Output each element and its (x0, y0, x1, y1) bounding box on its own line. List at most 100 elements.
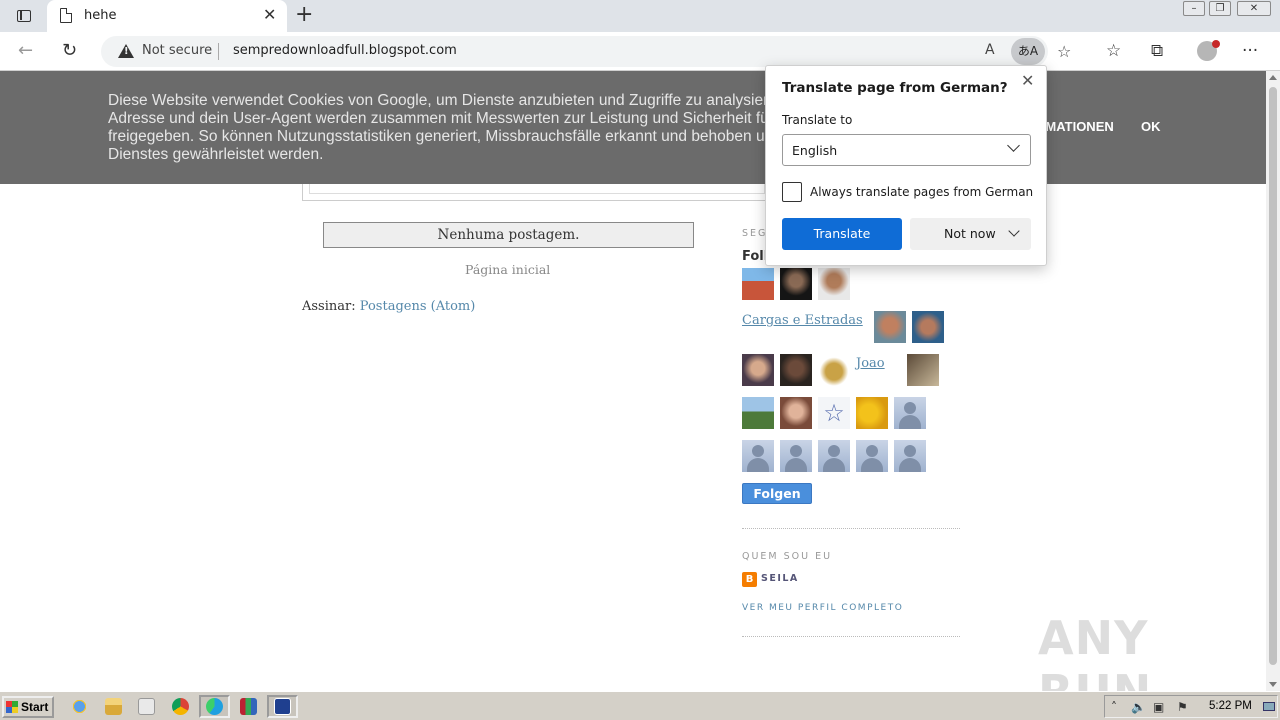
about-heading: QUEM SOU EU (742, 551, 833, 562)
default-avatar-icon[interactable] (894, 440, 926, 472)
divider (742, 636, 960, 637)
star-icon[interactable]: ☆ (818, 397, 850, 429)
default-avatar-icon[interactable] (818, 440, 850, 472)
cookie-ok-button[interactable]: OK (1141, 119, 1161, 134)
profile-name-link[interactable]: SEILA (761, 573, 799, 584)
chevron-down-icon (1007, 139, 1020, 152)
window-close-button[interactable]: ✕ (1237, 1, 1271, 16)
app-taskbar-button[interactable] (267, 695, 298, 718)
winrar-icon[interactable] (240, 698, 257, 715)
collections-icon[interactable]: ⧉ (1151, 41, 1163, 61)
network-icon[interactable]: ▣ (1153, 700, 1164, 714)
chevron-up-icon[interactable]: ˄ (1111, 700, 1117, 714)
popup-title: Translate page from German? (782, 80, 1008, 96)
media-player-icon[interactable] (138, 698, 155, 715)
default-avatar-icon[interactable] (742, 440, 774, 472)
cookie-banner: Diese Website verwendet Cookies von Goog… (0, 71, 1266, 184)
chevron-down-icon[interactable] (1008, 225, 1020, 237)
follower-avatar[interactable] (874, 311, 906, 343)
edge-taskbar-button[interactable] (199, 695, 230, 718)
system-tray: ˄ 🔈 ▣ ⚑ 5:22 PM (1104, 695, 1278, 718)
follower-avatar[interactable] (907, 354, 939, 386)
selected-language: English (792, 143, 838, 158)
followers-heading: SEG (742, 228, 768, 239)
start-button[interactable]: Start (2, 696, 54, 718)
follower-avatar[interactable] (818, 268, 850, 300)
follower-avatar[interactable] (742, 354, 774, 386)
close-icon[interactable]: ✕ (1021, 73, 1034, 89)
default-avatar-icon[interactable] (780, 440, 812, 472)
not-now-button[interactable]: Not now (910, 218, 1031, 250)
watermark: ANY RUN (1038, 611, 1151, 691)
profile-icon[interactable] (1197, 40, 1220, 61)
translate-to-label: Translate to (782, 113, 853, 127)
view-profile-link[interactable]: VER MEU PERFIL COMPLETO (742, 603, 903, 613)
close-tab-icon[interactable]: ✕ (263, 6, 276, 24)
minimize-button[interactable]: – (1183, 1, 1205, 16)
security-label[interactable]: Not secure (142, 43, 212, 58)
follower-alt-link[interactable]: Cargas e Estradas (742, 313, 863, 328)
address-toolbar: ← ↻ Not secure sempredownloadfull.blogsp… (0, 32, 1280, 71)
app-icon (274, 698, 291, 715)
follower-avatar[interactable] (742, 397, 774, 429)
url-text[interactable]: sempredownloadfull.blogspot.com (233, 43, 457, 58)
show-desktop-icon[interactable] (1263, 702, 1275, 711)
scroll-thumb[interactable] (1269, 87, 1277, 665)
cookie-text: Diese Website verwendet Cookies von Goog… (108, 92, 768, 163)
restore-button[interactable]: ❐ (1209, 1, 1231, 16)
follower-avatar[interactable] (742, 268, 774, 300)
follower-avatar[interactable] (856, 397, 888, 429)
clock[interactable]: 5:22 PM (1209, 700, 1252, 712)
translate-icon[interactable]: あA (1011, 38, 1045, 65)
home-link[interactable]: Página inicial (465, 262, 550, 277)
address-bar[interactable]: Not secure sempredownloadfull.blogspot.c… (101, 36, 1071, 67)
ie-icon[interactable] (71, 698, 88, 715)
always-translate-checkbox[interactable] (782, 182, 802, 202)
cookie-more-info-link[interactable]: RMATIONEN (1036, 119, 1114, 134)
always-translate-label[interactable]: Always translate pages from German (810, 185, 1033, 199)
tab-actions-icon[interactable] (10, 6, 36, 26)
refresh-icon[interactable]: ↻ (62, 41, 77, 61)
new-tab-icon[interactable]: + (295, 4, 313, 26)
blogger-icon: B (742, 572, 757, 587)
more-icon[interactable]: ··· (1242, 41, 1258, 61)
subscribe-line: Assinar: Postagens (Atom) (302, 299, 475, 314)
follower-alt-link[interactable]: Joao (856, 356, 885, 371)
chrome-icon[interactable] (172, 698, 189, 715)
warning-icon[interactable] (118, 44, 134, 58)
follower-avatar[interactable] (780, 397, 812, 429)
subscribe-atom-link[interactable]: Postagens (Atom) (360, 299, 476, 314)
volume-icon[interactable]: 🔈 (1131, 700, 1146, 714)
translate-button[interactable]: Translate (782, 218, 902, 250)
back-icon[interactable]: ← (18, 41, 33, 61)
follower-avatar[interactable] (912, 311, 944, 343)
page-scrollbar[interactable] (1266, 71, 1280, 691)
web-page: Nenhuma postagem. Página inicial Assinar… (0, 71, 1266, 691)
edge-icon (206, 698, 223, 715)
scroll-down-icon[interactable] (1269, 682, 1277, 687)
taskbar: Start ˄ 🔈 ▣ ⚑ 5:22 PM (0, 691, 1280, 720)
no-posts-notice: Nenhuma postagem. (323, 222, 694, 248)
read-aloud-icon[interactable]: A (985, 42, 995, 58)
page-icon (60, 8, 72, 23)
tab-strip: hehe ✕ + – ❐ ✕ (0, 0, 1280, 32)
flag-icon[interactable]: ⚑ (1177, 700, 1188, 714)
not-now-label: Not now (944, 226, 996, 241)
tab-active[interactable]: hehe ✕ (47, 0, 287, 32)
translate-popup: Translate page from German? ✕ Translate … (765, 65, 1047, 266)
divider (742, 528, 960, 529)
follower-avatar[interactable] (818, 354, 850, 386)
follower-avatar[interactable] (780, 268, 812, 300)
favorites-icon[interactable]: ☆ (1106, 41, 1121, 61)
add-favorite-icon[interactable]: ☆ (1057, 42, 1071, 61)
scroll-up-icon[interactable] (1269, 75, 1277, 80)
language-select[interactable]: English (782, 134, 1031, 166)
follow-button[interactable]: Folgen (742, 483, 812, 504)
default-avatar-icon[interactable] (894, 397, 926, 429)
tab-title: hehe (84, 8, 117, 23)
subscribe-label: Assinar: (302, 299, 356, 314)
default-avatar-icon[interactable] (856, 440, 888, 472)
windows-logo-icon (6, 701, 18, 713)
follower-avatar[interactable] (780, 354, 812, 386)
folder-icon[interactable] (105, 698, 122, 715)
